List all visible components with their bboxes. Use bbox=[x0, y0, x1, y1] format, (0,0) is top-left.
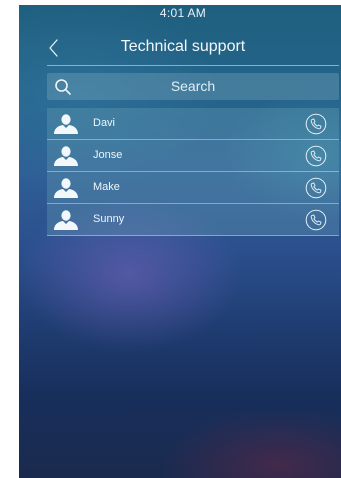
search-placeholder: Search bbox=[170, 78, 216, 94]
contact-item-davi[interactable]: Davi bbox=[47, 108, 339, 140]
call-button[interactable] bbox=[305, 113, 327, 135]
phone-icon bbox=[305, 113, 327, 135]
page-title: Technical support bbox=[120, 38, 246, 55]
call-button[interactable] bbox=[305, 145, 327, 167]
search-bar[interactable]: Search bbox=[47, 73, 339, 100]
phone-icon bbox=[305, 177, 327, 199]
screenshot-frame: 4:01 AM Technical support Search Davi Jo… bbox=[0, 0, 341, 478]
contact-list: Davi Jonse Make Sunny bbox=[47, 108, 339, 236]
call-button[interactable] bbox=[305, 209, 327, 231]
contact-item-make[interactable]: Make bbox=[47, 172, 339, 204]
contact-name: Davi bbox=[93, 117, 116, 129]
contact-item-sunny[interactable]: Sunny bbox=[47, 204, 339, 236]
header: Technical support bbox=[19, 29, 341, 65]
contact-name: Sunny bbox=[93, 213, 125, 225]
call-button[interactable] bbox=[305, 177, 327, 199]
person-icon bbox=[53, 177, 79, 199]
contact-name: Make bbox=[93, 181, 120, 193]
phone-icon bbox=[305, 145, 327, 167]
phone-icon bbox=[305, 209, 327, 231]
status-time: 4:01 AM bbox=[159, 6, 207, 20]
header-divider bbox=[47, 65, 339, 66]
contact-item-jonse[interactable]: Jonse bbox=[47, 140, 339, 172]
person-icon bbox=[53, 113, 79, 135]
status-bar: 4:01 AM bbox=[19, 5, 341, 25]
phone-screen: 4:01 AM Technical support Search Davi Jo… bbox=[19, 5, 341, 478]
person-icon bbox=[53, 209, 79, 231]
person-icon bbox=[53, 145, 79, 167]
contact-name: Jonse bbox=[93, 149, 123, 161]
